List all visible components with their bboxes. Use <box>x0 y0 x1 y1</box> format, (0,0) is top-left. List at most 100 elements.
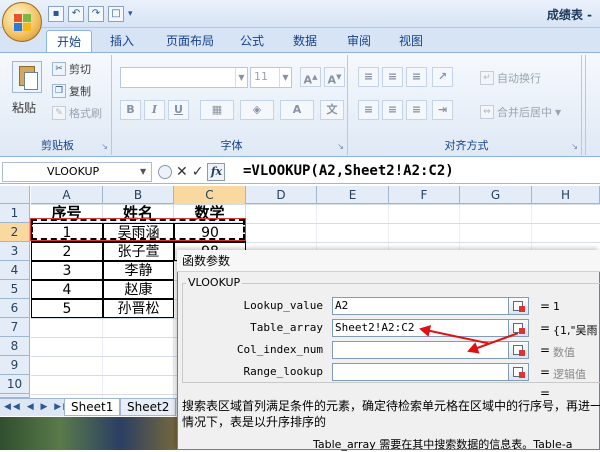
orientation-button[interactable]: ↗ <box>432 67 453 87</box>
tab-view[interactable]: 视图 <box>389 30 433 52</box>
tab-formulas[interactable]: 公式 <box>232 30 272 52</box>
font-name-combo[interactable]: ▼ <box>120 67 248 88</box>
wrap-text-button[interactable]: ↵ 自动换行 <box>480 70 541 86</box>
align-right-button[interactable]: ≡ <box>406 100 427 120</box>
cancel-icon[interactable]: ✕ <box>176 164 188 180</box>
row-header[interactable]: 9 <box>0 356 30 375</box>
column-header[interactable]: E <box>317 186 389 204</box>
range-lookup-hint: 逻辑值 <box>553 368 586 381</box>
phonetic-button[interactable]: 文 <box>320 100 344 120</box>
align-top-button[interactable]: ≡ <box>358 67 379 87</box>
tab-home[interactable]: 开始 <box>46 30 92 52</box>
range-picker-icon[interactable] <box>508 341 529 359</box>
row-header[interactable]: 2 <box>0 223 30 242</box>
cell-b5[interactable]: 赵康 <box>103 280 174 299</box>
column-header[interactable]: F <box>389 186 460 204</box>
chevron-down-icon: ▼ <box>279 68 291 87</box>
copy-button[interactable]: ❐ 复制 <box>52 83 91 99</box>
range-picker-icon[interactable] <box>508 363 529 381</box>
office-button[interactable] <box>2 2 42 42</box>
dialog-launcher-icon[interactable]: ↘ <box>571 142 578 151</box>
brush-icon: ✎ <box>52 106 66 120</box>
fill-color-button[interactable]: ◈ <box>240 100 274 120</box>
select-all-corner[interactable] <box>0 186 30 204</box>
new-file-icon[interactable]: □ <box>108 6 124 22</box>
dialog-launcher-icon[interactable]: ↘ <box>337 142 344 151</box>
copy-marquee <box>30 218 246 241</box>
paste-icon[interactable] <box>12 61 42 93</box>
function-name: VLOOKUP <box>186 276 243 289</box>
range-picker-icon[interactable] <box>508 297 529 315</box>
indent-button[interactable]: ⇥ <box>432 100 453 120</box>
range-lookup-input[interactable] <box>332 363 529 381</box>
tab-data[interactable]: 数据 <box>283 30 327 52</box>
row-header[interactable]: 1 <box>0 204 30 223</box>
dialog-launcher-icon[interactable]: ↘ <box>101 142 108 151</box>
bold-button[interactable]: B <box>120 100 141 120</box>
expand-icon[interactable] <box>158 165 172 179</box>
tab-review[interactable]: 审阅 <box>337 30 381 52</box>
cell-a4[interactable]: 3 <box>31 261 103 280</box>
column-header[interactable]: B <box>103 186 174 204</box>
sheet-tab-2[interactable]: Sheet2 <box>120 399 177 416</box>
align-bottom-button[interactable]: ≡ <box>406 67 427 87</box>
sheet-tab-1[interactable]: Sheet1 <box>64 399 121 416</box>
formula-input[interactable]: =VLOOKUP(A2,Sheet2!A2:C2) <box>243 163 454 179</box>
chevron-down-icon[interactable]: ▼ <box>140 167 146 176</box>
align-center-button[interactable]: ≡ <box>382 100 403 120</box>
cell-b6[interactable]: 孙晋松 <box>103 299 174 318</box>
merge-center-button[interactable]: ⇔ 合并后居中 ▼ <box>480 104 561 120</box>
row-header[interactable]: 5 <box>0 280 30 299</box>
sheet-nav-arrows-icon[interactable]: ◀◀ ◀ ▶ ▶▶ <box>4 402 72 412</box>
column-header[interactable]: A <box>31 186 103 204</box>
table-array-input[interactable]: Sheet2!A2:C2 <box>332 319 529 337</box>
shrink-font-button[interactable]: A▼ <box>324 67 345 87</box>
column-header[interactable]: G <box>460 186 532 204</box>
wrap-text-icon: ↵ <box>480 71 494 85</box>
qat-dropdown-icon[interactable]: ▾ <box>128 9 133 19</box>
insert-function-icon[interactable]: fx <box>207 163 226 181</box>
font-size-combo[interactable]: 11 ▼ <box>250 67 292 88</box>
row-header[interactable]: 7 <box>0 318 30 337</box>
column-header[interactable]: H <box>532 186 600 204</box>
confirm-icon[interactable]: ✓ <box>192 164 204 180</box>
italic-button[interactable]: I <box>144 100 165 120</box>
row-header[interactable]: 10 <box>0 375 30 394</box>
paste-button[interactable]: 粘贴 <box>12 99 36 116</box>
align-left-button[interactable]: ≡ <box>358 100 379 120</box>
name-box[interactable]: VLOOKUP <box>2 162 152 182</box>
save-icon[interactable]: ▪ <box>48 6 64 22</box>
column-header[interactable]: D <box>246 186 317 204</box>
cell-b4[interactable]: 李静 <box>103 261 174 280</box>
align-left-icon: ≡ <box>363 103 374 116</box>
cut-button[interactable]: ✂ 剪切 <box>52 61 91 77</box>
office-logo-icon <box>14 14 32 32</box>
row-header[interactable]: 8 <box>0 337 30 356</box>
row-header[interactable]: 4 <box>0 261 30 280</box>
col-index-input[interactable] <box>332 341 529 359</box>
clipboard-group: 粘贴 ✂ 剪切 ❐ 复制 ✎ 格式刷 剪贴板 ↘ <box>4 55 112 155</box>
tab-page-layout[interactable]: 页面布局 <box>155 30 225 52</box>
underline-button[interactable]: U <box>168 100 189 120</box>
align-right-icon: ≡ <box>411 103 422 116</box>
column-header[interactable]: C <box>174 186 246 204</box>
format-painter-button[interactable]: ✎ 格式刷 <box>52 105 102 121</box>
cell-b3[interactable]: 张子萱 <box>103 242 174 261</box>
font-color-button[interactable]: A <box>280 100 314 120</box>
undo-icon[interactable]: ↶ <box>68 6 84 22</box>
table-array-result: {1,"吴雨 <box>553 324 598 337</box>
row-header[interactable]: 3 <box>0 242 30 261</box>
lookup-value-input[interactable]: A2 <box>332 297 529 315</box>
border-button[interactable]: ▦ <box>200 100 234 120</box>
cell-a5[interactable]: 4 <box>31 280 103 299</box>
align-middle-button[interactable]: ≡ <box>382 67 403 87</box>
tab-insert[interactable]: 插入 <box>100 30 144 52</box>
font-group: ▼ 11 ▼ A▲ A▼ B I U ▦ ◈ A 文 字体 ↘ <box>116 55 348 155</box>
cell-a3[interactable]: 2 <box>31 242 103 261</box>
grow-font-button[interactable]: A▲ <box>300 67 321 87</box>
chevron-down-icon: ▼ <box>235 68 247 87</box>
redo-icon[interactable]: ↷ <box>88 6 104 22</box>
row-header[interactable]: 6 <box>0 299 30 318</box>
cell-a6[interactable]: 5 <box>31 299 103 318</box>
arg-label-lookup-value: Lookup_value <box>243 299 323 312</box>
